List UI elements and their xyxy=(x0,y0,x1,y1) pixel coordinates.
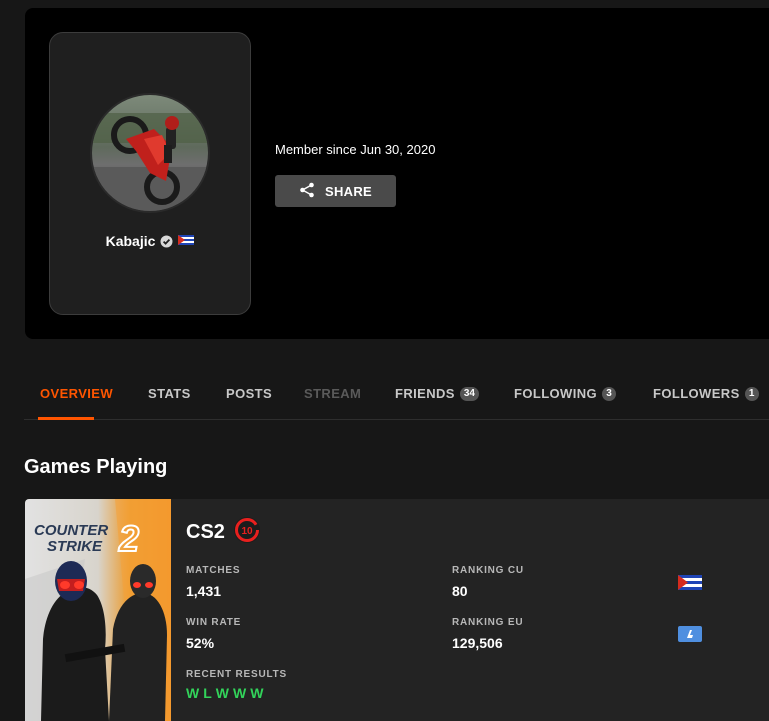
recent-results: W L W W W xyxy=(186,685,263,701)
tab-label: POSTS xyxy=(226,386,273,401)
skill-level-value: 10 xyxy=(241,526,253,537)
game-cover[interactable]: COUNTER STRIKE 2 xyxy=(25,499,171,721)
game-name-row: CS2 10 xyxy=(186,516,261,549)
cover-title-line2: STRIKE xyxy=(47,538,103,555)
game-name[interactable]: CS2 xyxy=(186,521,225,544)
ranking-country-value: 80 xyxy=(452,583,468,599)
tab-followers[interactable]: FOLLOWERS 1 xyxy=(653,386,759,401)
tab-label: FOLLOWING xyxy=(514,386,598,401)
username-row: Kabajic xyxy=(50,232,250,250)
member-since: Member since Jun 30, 2020 xyxy=(275,142,436,157)
tab-stream: STREAM xyxy=(304,386,361,401)
recent-results-label: RECENT RESULTS xyxy=(186,669,288,680)
result-3: W xyxy=(215,685,229,701)
share-icon xyxy=(299,182,315,201)
tab-label: STREAM xyxy=(304,386,362,401)
tab-label: OVERVIEW xyxy=(40,386,114,401)
win-rate-value: 52% xyxy=(186,635,215,651)
following-count-badge: 3 xyxy=(602,386,617,401)
share-button[interactable]: SHARE xyxy=(275,175,396,207)
tab-stats[interactable]: STATS xyxy=(148,386,191,401)
win-rate-label: WIN RATE xyxy=(186,617,242,628)
cover-number: 2 xyxy=(118,518,139,559)
profile-card: Kabajic xyxy=(49,32,251,315)
ranking-region-value: 129,506 xyxy=(452,635,503,651)
profile-tabs: OVERVIEW STATS POSTS STREAM FRIENDS 34 F… xyxy=(24,370,769,420)
game-card-cs2[interactable]: COUNTER STRIKE 2 CS2 10 MATCHES 1,431 WI… xyxy=(25,499,769,721)
matches-label: MATCHES xyxy=(186,565,241,576)
tab-overview[interactable]: OVERVIEW xyxy=(40,386,113,401)
tab-following[interactable]: FOLLOWING 3 xyxy=(514,386,617,401)
profile-header: Kabajic Member since Jun 30, 2020 SHARE xyxy=(25,8,769,339)
tab-label: FOLLOWERS xyxy=(653,386,740,401)
tab-label: FRIENDS xyxy=(395,386,455,401)
games-playing-title: Games Playing xyxy=(24,456,168,478)
verified-badge-icon xyxy=(160,235,173,248)
result-2: L xyxy=(203,685,212,701)
share-label: SHARE xyxy=(324,183,372,199)
followers-count-badge: 1 xyxy=(744,386,759,401)
ranking-country-label: RANKING CU xyxy=(452,565,524,576)
username[interactable]: Kabajic xyxy=(106,233,156,249)
ranking-region-label: RANKING EU xyxy=(452,617,524,628)
result-1: W xyxy=(186,685,200,701)
active-tab-indicator xyxy=(38,417,94,420)
tab-label: STATS xyxy=(148,386,191,401)
cuba-flag-icon xyxy=(178,232,195,250)
cover-title-line1: COUNTER xyxy=(34,522,108,539)
tab-posts[interactable]: POSTS xyxy=(226,386,272,401)
tab-friends[interactable]: FRIENDS 34 xyxy=(395,386,479,401)
skill-level-badge: 10 xyxy=(233,516,261,549)
europe-region-icon xyxy=(678,626,702,647)
friends-count-badge: 34 xyxy=(459,386,479,401)
avatar[interactable] xyxy=(90,93,210,213)
cuba-flag-icon xyxy=(678,575,702,595)
result-5: W xyxy=(250,685,264,701)
matches-value: 1,431 xyxy=(186,583,222,599)
result-4: W xyxy=(233,685,247,701)
